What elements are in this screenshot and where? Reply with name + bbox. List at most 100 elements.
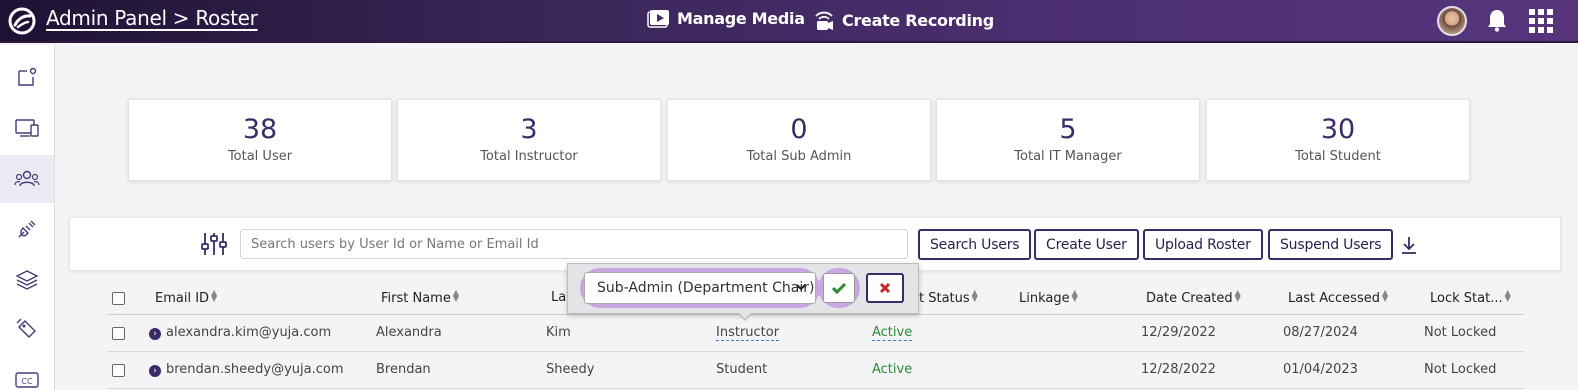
- summary-card-total-it-manager: 5 Total IT Manager: [936, 99, 1200, 181]
- column-header-last-accessed[interactable]: Last Accessed ▲ ▼: [1288, 288, 1389, 307]
- create-recording-button[interactable]: Create Recording: [812, 8, 994, 32]
- row-checkbox[interactable]: [112, 364, 125, 377]
- tag-icon: [16, 318, 36, 338]
- lock-status-cell: Not Locked: [1424, 325, 1497, 340]
- expand-arrow-icon[interactable]: ›: [149, 328, 161, 340]
- search-input[interactable]: [240, 229, 908, 259]
- manage-media-button[interactable]: Manage Media: [647, 8, 805, 28]
- role-cell[interactable]: Instructor: [716, 325, 780, 341]
- popup-caret-inner: [738, 312, 752, 319]
- row-checkbox[interactable]: [112, 327, 125, 340]
- email-cell[interactable]: › alexandra.kim@yuja.com: [149, 325, 331, 340]
- cancel-button[interactable]: [866, 273, 904, 303]
- sort-icon: ▲ ▼: [971, 288, 978, 303]
- last-accessed-cell: 01/04/2023: [1283, 362, 1358, 377]
- summary-value: 38: [242, 114, 278, 145]
- column-label: First Name: [381, 291, 451, 306]
- table-row[interactable]: › alexandra.kim@yuja.com Alexandra Kim In…: [107, 315, 1524, 352]
- column-header-first-name[interactable]: First Name ▲ ▼: [381, 288, 459, 307]
- column-label: Linkage: [1019, 291, 1070, 306]
- summary-label: Total Sub Admin: [746, 149, 852, 164]
- top-bar: Admin Panel > Roster Manage Media Create…: [0, 0, 1578, 43]
- suspend-users-button[interactable]: Suspend Users: [1268, 229, 1394, 260]
- role-select[interactable]: Sub-Admin (Department Chair): [584, 272, 816, 304]
- summary-label: Total IT Manager: [1014, 149, 1122, 164]
- role-select-focus-ring: Sub-Admin (Department Chair): [580, 268, 820, 308]
- email-text: alexandra.kim@yuja.com: [166, 325, 332, 340]
- sort-icon: ▲ ▼: [1071, 288, 1078, 303]
- email-cell[interactable]: › brendan.sheedy@yuja.com: [149, 362, 344, 377]
- cc-icon: CC: [15, 372, 39, 388]
- column-header-lock-status[interactable]: Lock Stat... ▲ ▼: [1430, 289, 1511, 307]
- create-recording-label: Create Recording: [842, 10, 994, 30]
- users-icon: [14, 170, 40, 187]
- summary-card-total-user: 38 Total User: [128, 99, 392, 181]
- role-cell[interactable]: Student: [716, 362, 767, 377]
- notification-bell-icon[interactable]: [1486, 8, 1508, 32]
- sidebar-item-layers[interactable]: [0, 256, 54, 304]
- user-avatar[interactable]: [1437, 6, 1467, 36]
- role-select-value: Sub-Admin (Department Chair): [597, 280, 815, 296]
- column-header-date-created[interactable]: Date Created ▲ ▼: [1146, 288, 1241, 307]
- note-icon: [18, 67, 37, 86]
- chevron-down-icon: [796, 284, 806, 291]
- summary-label: Total User: [227, 149, 293, 164]
- summary-value: 3: [520, 114, 538, 145]
- summary-card-total-instructor: 3 Total Instructor: [397, 99, 661, 181]
- summary-label: Total Instructor: [480, 149, 578, 164]
- sidebar-item-devices[interactable]: [0, 104, 54, 152]
- column-label: Lock Stat...: [1430, 291, 1503, 306]
- summary-card-total-student: 30 Total Student: [1206, 99, 1470, 181]
- sidebar-item-integrations[interactable]: [0, 205, 54, 253]
- summary-value: 5: [1059, 114, 1077, 145]
- sidebar-item-tags[interactable]: [0, 305, 54, 353]
- sort-icon: ▲ ▼: [211, 288, 218, 303]
- column-header-email[interactable]: Email ID ▲ ▼: [155, 288, 218, 307]
- manage-media-label: Manage Media: [677, 8, 805, 28]
- account-status-cell[interactable]: Active: [872, 325, 913, 341]
- cc-label: CC: [21, 377, 33, 386]
- summary-value: 30: [1320, 114, 1356, 145]
- filter-sliders-icon[interactable]: [200, 230, 228, 258]
- recording-icon: [815, 11, 833, 30]
- column-label: t Status: [919, 291, 970, 306]
- confirm-button[interactable]: [823, 273, 855, 303]
- yuja-logo-icon[interactable]: [6, 6, 38, 36]
- email-text: brendan.sheedy@yuja.com: [166, 362, 344, 377]
- confirm-focus-ring: [818, 268, 860, 308]
- column-header-linkage[interactable]: Linkage ▲ ▼: [1019, 288, 1078, 307]
- layers-icon: [15, 270, 39, 290]
- lock-status-cell: Not Locked: [1424, 362, 1497, 377]
- last-name-cell: Kim: [546, 325, 571, 340]
- column-label: Date Created: [1146, 291, 1233, 306]
- sidebar-item-captions[interactable]: CC: [0, 356, 54, 390]
- last-name-cell: Sheedy: [546, 362, 595, 377]
- account-status-cell[interactable]: Active: [872, 362, 912, 377]
- expand-arrow-icon[interactable]: ›: [149, 365, 161, 377]
- page-title[interactable]: Admin Panel > Roster: [46, 6, 258, 30]
- sidebar-item-new-content[interactable]: [0, 53, 54, 101]
- date-created-cell: 12/29/2022: [1141, 325, 1216, 340]
- date-created-cell: 12/28/2022: [1141, 362, 1216, 377]
- first-name-cell: Brendan: [376, 362, 431, 377]
- sidebar: CC: [0, 45, 55, 390]
- upload-roster-button[interactable]: Upload Roster: [1143, 229, 1263, 260]
- plug-icon: [18, 220, 36, 238]
- column-label: Last Accessed: [1288, 291, 1380, 306]
- column-header-account-status[interactable]: t Status ▲ ▼: [919, 288, 978, 307]
- sort-icon: ▲ ▼: [1234, 288, 1241, 303]
- search-users-button[interactable]: Search Users: [918, 229, 1032, 260]
- sort-icon: ▲ ▼: [1381, 288, 1389, 303]
- table-row[interactable]: › brendan.sheedy@yuja.com Brendan Sheedy …: [107, 352, 1524, 389]
- summary-value: 0: [790, 114, 808, 145]
- app-grid-icon[interactable]: [1528, 8, 1554, 34]
- column-label: Email ID: [155, 291, 210, 306]
- close-icon: [879, 282, 891, 294]
- select-all-checkbox[interactable]: [112, 292, 125, 305]
- sort-icon: ▲ ▼: [452, 288, 459, 303]
- devices-icon: [15, 119, 39, 137]
- download-icon[interactable]: [1400, 235, 1418, 255]
- last-accessed-cell: 08/27/2024: [1283, 325, 1358, 340]
- create-user-button[interactable]: Create User: [1034, 229, 1139, 260]
- sidebar-item-users[interactable]: [0, 155, 54, 203]
